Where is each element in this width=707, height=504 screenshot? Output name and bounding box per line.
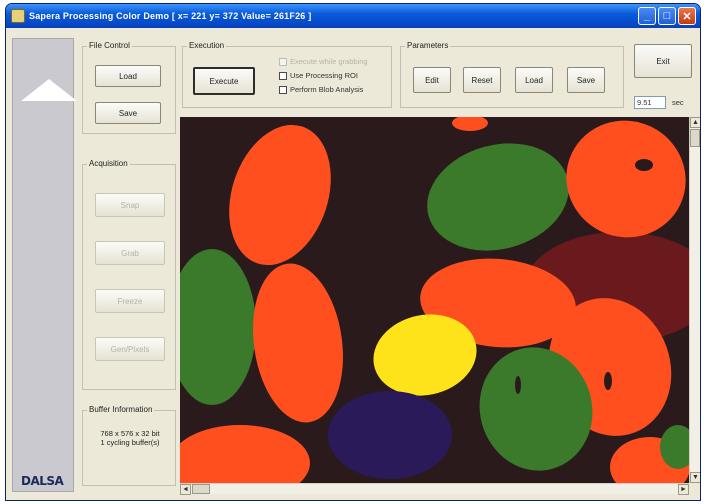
checkbox-box[interactable] — [279, 85, 287, 94]
execution-panel: Execution Execute Execute while grabbing… — [182, 41, 392, 108]
exit-button[interactable]: Exit — [634, 44, 692, 78]
buffer-size-text: 768 x 576 x 32 bit — [100, 429, 160, 438]
image-view[interactable] — [180, 117, 689, 483]
horizontal-scroll-thumb[interactable] — [192, 484, 210, 494]
scroll-up-button[interactable]: ▲ — [690, 117, 700, 128]
checkbox-box[interactable] — [279, 71, 287, 80]
processing-time-field: 9.51 — [634, 96, 666, 109]
file-save-button[interactable]: Save — [95, 102, 161, 124]
blob-hole-3 — [515, 376, 521, 394]
scroll-down-button[interactable]: ▼ — [690, 472, 700, 483]
acquisition-panel: Acquisition Snap Grab Freeze Gen/Pixels — [82, 159, 176, 390]
freeze-button[interactable]: Freeze — [95, 289, 165, 313]
company-logo: DALSA — [21, 474, 64, 488]
vertical-scroll-thumb[interactable] — [690, 129, 700, 147]
checkbox-label: Perform Blob Analysis — [290, 85, 364, 94]
use-processing-roi-checkbox[interactable]: Use Processing ROI — [279, 71, 358, 80]
blob-analysis-checkbox[interactable]: Perform Blob Analysis — [279, 85, 363, 94]
minimize-button[interactable]: _ — [638, 7, 656, 25]
general-button[interactable]: Gen/Pixels — [95, 337, 165, 361]
blob-hole-1 — [635, 159, 653, 171]
vertical-scrollbar[interactable]: ▲ ▼ — [689, 117, 700, 483]
parameters-reset-button[interactable]: Reset — [463, 67, 501, 93]
checkbox-label: Execute while grabbing — [290, 57, 368, 66]
title-bar[interactable]: Sapera Processing Color Demo [ x= 221 y=… — [6, 4, 700, 28]
scroll-left-button[interactable]: ◄ — [180, 484, 191, 495]
buffer-info-label: Buffer Information — [87, 405, 155, 414]
close-button[interactable]: ✕ — [678, 7, 696, 25]
buffer-count-text: 1 cycling buffer(s) — [100, 438, 160, 447]
execution-label: Execution — [187, 41, 227, 50]
parameters-edit-button[interactable]: Edit — [413, 67, 451, 93]
app-window: Sapera Processing Color Demo [ x= 221 y=… — [5, 3, 701, 501]
maximize-button[interactable]: □ — [658, 7, 676, 25]
execute-while-grabbing-checkbox[interactable]: Execute while grabbing — [279, 57, 368, 66]
parameters-label: Parameters — [405, 41, 451, 50]
grab-button[interactable]: Grab — [95, 241, 165, 265]
blob-navy-bottom — [328, 391, 452, 479]
file-control-panel: File Control Load Save — [82, 41, 176, 134]
buffer-info-panel: Buffer Information 768 x 576 x 32 bit 1 … — [82, 405, 176, 486]
logo-triangle-icon — [21, 79, 77, 101]
window-title: Sapera Processing Color Demo [ x= 221 y=… — [29, 11, 312, 21]
file-load-button[interactable]: Load — [95, 65, 161, 87]
parameters-load-button[interactable]: Load — [515, 67, 553, 93]
file-control-label: File Control — [87, 41, 132, 50]
processing-time-unit: sec — [672, 98, 684, 107]
checkbox-label: Use Processing ROI — [290, 71, 358, 80]
blob-hole-2 — [604, 372, 612, 390]
snap-button[interactable]: Snap — [95, 193, 165, 217]
horizontal-scrollbar[interactable]: ◄ ► — [180, 483, 689, 495]
execute-button[interactable]: Execute — [193, 67, 255, 95]
parameters-panel: Parameters Edit Reset Load Save — [400, 41, 624, 108]
scroll-right-button[interactable]: ► — [678, 484, 689, 495]
parameters-save-button[interactable]: Save — [567, 67, 605, 93]
segmented-image — [180, 117, 689, 483]
checkbox-box[interactable] — [279, 57, 287, 66]
acquisition-label: Acquisition — [87, 159, 130, 168]
app-icon — [11, 9, 25, 23]
brand-strip: DALSA — [12, 38, 77, 492]
